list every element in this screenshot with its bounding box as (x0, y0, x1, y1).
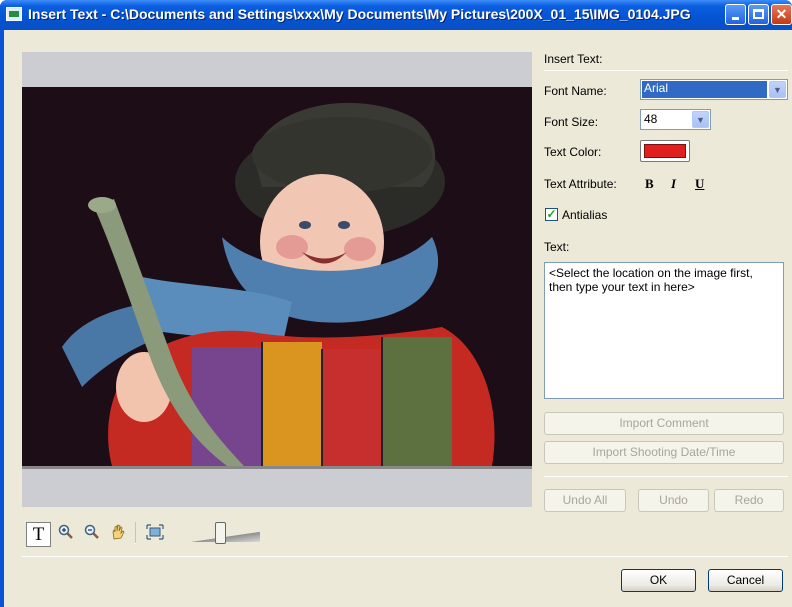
minimize-button[interactable] (725, 4, 746, 25)
bold-button[interactable]: B (645, 176, 654, 192)
color-swatch (644, 144, 686, 158)
underline-button[interactable]: U (695, 176, 704, 192)
dialog-body: Insert Text: Font Name: Arial ▼ Font Siz… (4, 30, 792, 607)
maximize-icon (753, 9, 764, 19)
zoom-slider-track[interactable] (192, 532, 260, 542)
minimize-icon (732, 17, 739, 20)
text-color-label: Text Color: (544, 145, 602, 159)
fit-window-icon[interactable] (144, 524, 166, 546)
chevron-down-icon[interactable]: ▼ (692, 111, 709, 128)
import-shooting-date-button[interactable]: Import Shooting Date/Time (544, 441, 784, 464)
text-color-button[interactable] (640, 140, 690, 162)
font-size-label: Font Size: (544, 115, 599, 129)
text-label: Text: (544, 240, 570, 254)
text-attribute-label: Text Attribute: (544, 177, 617, 191)
text-tool-icon[interactable]: T (26, 522, 51, 547)
close-icon: ✕ (775, 6, 788, 22)
undo-button[interactable]: Undo (638, 489, 709, 512)
footer-divider (22, 556, 788, 557)
zoom-out-icon[interactable] (81, 524, 103, 546)
app-icon (6, 7, 22, 21)
title-bar[interactable]: Insert Text - C:\Documents and Settings\… (0, 0, 792, 30)
font-name-select[interactable]: Arial ▼ (640, 79, 788, 100)
ok-button[interactable]: OK (621, 569, 696, 592)
zoom-in-icon[interactable] (55, 524, 77, 546)
photo-image (22, 87, 532, 466)
maximize-button[interactable] (748, 4, 769, 25)
window-title: Insert Text - C:\Documents and Settings\… (28, 6, 691, 22)
preview-divider (22, 466, 532, 469)
cancel-button[interactable]: Cancel (708, 569, 783, 592)
toolbar-separator (135, 522, 136, 544)
chevron-down-icon[interactable]: ▼ (769, 81, 786, 98)
undo-all-button[interactable]: Undo All (544, 489, 626, 512)
hand-icon[interactable] (107, 524, 129, 546)
redo-button[interactable]: Redo (714, 489, 784, 512)
antialias-checkbox[interactable]: ✓ (545, 208, 558, 221)
import-comment-button[interactable]: Import Comment (544, 412, 784, 435)
photo-preview[interactable] (22, 87, 532, 466)
font-size-select[interactable]: 48 ▼ (640, 109, 711, 130)
font-size-value: 48 (644, 112, 658, 126)
font-name-value: Arial (642, 81, 767, 98)
section-title: Insert Text: (544, 52, 603, 66)
font-name-label: Font Name: (544, 84, 607, 98)
panel-divider (544, 476, 788, 477)
section-divider (544, 70, 788, 71)
insert-text-window: Insert Text - C:\Documents and Settings\… (0, 0, 792, 607)
italic-button[interactable]: I (671, 176, 676, 192)
antialias-label[interactable]: Antialias (562, 208, 607, 222)
text-input[interactable]: <Select the location on the image first,… (544, 262, 784, 399)
close-button[interactable]: ✕ (771, 4, 792, 25)
zoom-slider-thumb[interactable] (215, 522, 226, 544)
